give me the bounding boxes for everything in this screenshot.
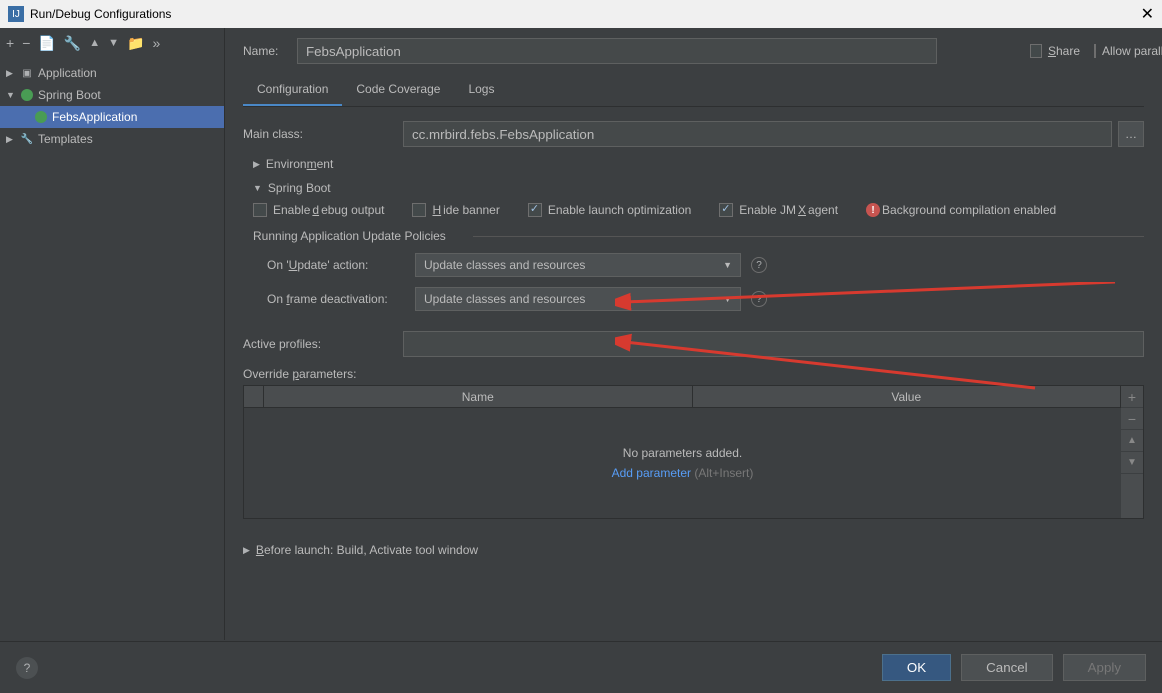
chevron-right-icon: ▶ xyxy=(253,159,260,170)
before-launch-section[interactable]: ▶ Before launch: Build, Activate tool wi… xyxy=(243,543,1144,557)
content-panel: Name: SSharehare Allow parallel run Conf… xyxy=(225,28,1162,640)
window-title: Run/Debug Configurations xyxy=(30,7,171,21)
springboot-section[interactable]: ▼ Spring Boot xyxy=(253,181,1144,195)
main-class-input[interactable] xyxy=(403,121,1112,147)
chevron-down-icon: ▼ xyxy=(6,90,16,100)
down-icon[interactable]: ▼ xyxy=(108,37,119,49)
remove-icon[interactable]: − xyxy=(22,35,30,51)
app-icon: IJ xyxy=(8,6,24,22)
table-name-header: Name xyxy=(264,386,693,407)
close-icon[interactable]: ✕ xyxy=(1141,4,1154,24)
titlebar: IJ Run/Debug Configurations ✕ xyxy=(0,0,1162,28)
table-checkbox-col xyxy=(244,386,264,407)
params-table: Name Value No parameters added. Add para… xyxy=(243,385,1144,519)
add-param-hint: (Alt+Insert) xyxy=(694,466,753,480)
table-down-button[interactable]: ▼ xyxy=(1121,452,1143,474)
config-tree: ▶ ▣ Application ▼ Spring Boot FebsApplic… xyxy=(0,58,224,154)
table-value-header: Value xyxy=(693,386,1122,407)
up-icon[interactable]: ▲ xyxy=(89,37,100,49)
warning-icon: ! xyxy=(866,203,880,217)
help-icon[interactable]: ? xyxy=(751,257,767,273)
bg-compile-warning: ! Background compilation enabled xyxy=(866,203,1056,217)
on-frame-label: On frame deactivation: xyxy=(267,292,415,306)
table-add-button[interactable]: + xyxy=(1121,386,1143,408)
apply-button[interactable]: Apply xyxy=(1063,654,1146,681)
active-profiles-label: Active profiles: xyxy=(243,337,403,351)
tree-springboot[interactable]: ▼ Spring Boot xyxy=(0,84,224,106)
debug-checkbox[interactable]: Enable debug output xyxy=(253,203,384,217)
chevron-down-icon: ▼ xyxy=(723,260,732,270)
folder-icon[interactable]: 📁 xyxy=(127,35,144,52)
launchopt-checkbox[interactable]: Enable launch optimization xyxy=(528,203,691,217)
chevron-down-icon: ▼ xyxy=(253,183,262,193)
active-profiles-input[interactable] xyxy=(403,331,1144,357)
tree-templates[interactable]: ▶ 🔧 Templates xyxy=(0,128,224,150)
hidebanner-checkbox[interactable]: Hide banner xyxy=(412,203,499,217)
sidebar-toolbar: + − 📄 🔧 ▲ ▼ 📁 » xyxy=(0,28,224,58)
policies-label: Running Application Update Policies xyxy=(253,229,1144,243)
copy-icon[interactable]: 📄 xyxy=(38,35,55,52)
name-label: Name: xyxy=(243,44,293,58)
chevron-right-icon: ▶ xyxy=(6,68,16,79)
tab-logs[interactable]: Logs xyxy=(454,74,508,106)
override-params-label: Override parameters: xyxy=(243,367,1144,381)
help-icon[interactable]: ? xyxy=(751,291,767,307)
on-update-label: On 'Update' action: xyxy=(267,258,415,272)
application-icon: ▣ xyxy=(20,66,34,80)
footer-help-button[interactable]: ? xyxy=(16,657,38,679)
tree-febsapp[interactable]: FebsApplication xyxy=(0,106,224,128)
on-update-select[interactable]: Update classes and resources▼ xyxy=(415,253,741,277)
chevron-right-icon: ▶ xyxy=(6,134,16,145)
chevron-right-icon: ▶ xyxy=(243,545,250,556)
table-remove-button[interactable]: − xyxy=(1121,408,1143,430)
environment-section[interactable]: ▶ Environment xyxy=(253,157,1144,171)
table-side-buttons: + − ▲ ▼ xyxy=(1121,386,1143,518)
add-icon[interactable]: + xyxy=(6,35,14,51)
settings-icon[interactable]: 🔧 xyxy=(64,35,81,52)
table-up-button[interactable]: ▲ xyxy=(1121,430,1143,452)
browse-button[interactable]: … xyxy=(1118,121,1144,147)
share-checkbox[interactable]: SSharehare xyxy=(1030,44,1080,58)
cancel-button[interactable]: Cancel xyxy=(961,654,1053,681)
chevron-down-icon: ▼ xyxy=(723,294,732,304)
empty-message: No parameters added. xyxy=(623,446,742,460)
tab-configuration[interactable]: Configuration xyxy=(243,74,342,106)
on-frame-select[interactable]: Update classes and resources▼ xyxy=(415,287,741,311)
footer: ? OK Cancel Apply xyxy=(0,641,1162,693)
jmx-checkbox[interactable]: Enable JMX agent xyxy=(719,203,838,217)
ok-button[interactable]: OK xyxy=(882,654,951,681)
name-input[interactable] xyxy=(297,38,937,64)
tree-application[interactable]: ▶ ▣ Application xyxy=(0,62,224,84)
parallel-checkbox[interactable]: Allow parallel run xyxy=(1094,44,1144,58)
springboot-icon xyxy=(20,88,34,102)
springboot-icon xyxy=(34,110,48,124)
wrench-icon: 🔧 xyxy=(20,132,34,146)
main-class-label: Main class: xyxy=(243,127,403,141)
tabs: Configuration Code Coverage Logs xyxy=(243,74,1144,107)
expand-icon[interactable]: » xyxy=(152,35,160,51)
add-parameter-link[interactable]: Add parameter xyxy=(612,466,691,480)
tab-coverage[interactable]: Code Coverage xyxy=(342,74,454,106)
sidebar: + − 📄 🔧 ▲ ▼ 📁 » ▶ ▣ Application ▼ Sprin xyxy=(0,28,225,640)
